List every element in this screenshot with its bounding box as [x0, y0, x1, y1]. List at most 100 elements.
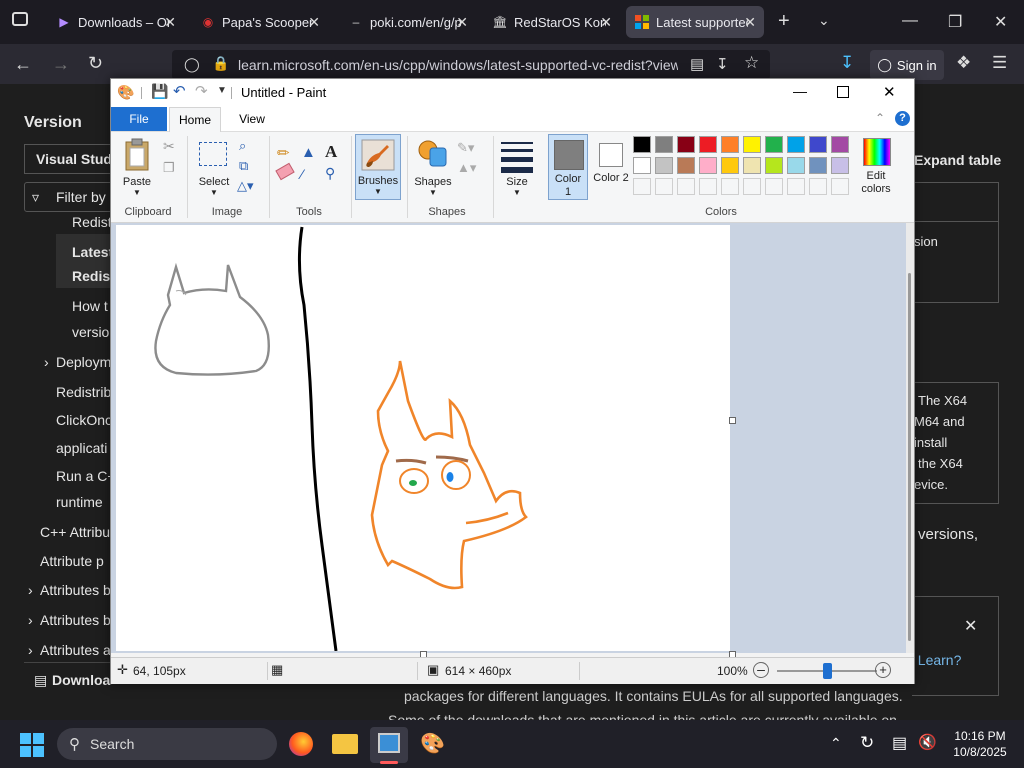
fill-icon[interactable]: ▲ [301, 144, 316, 161]
paint-app-icon[interactable]: 🎨 [117, 84, 134, 101]
nav-item[interactable]: Redist [72, 214, 112, 230]
extensions-icon[interactable]: ❖ [956, 53, 971, 73]
shapes-button[interactable]: Shapes ▼ [411, 134, 455, 200]
reader-view-icon[interactable]: ▤ [690, 55, 704, 73]
nav-item-active[interactable]: Redist [72, 268, 115, 284]
palette-swatch[interactable] [831, 157, 849, 174]
taskbar-clock[interactable]: 10:16 PM 10/8/2025 [944, 728, 1016, 760]
zoom-out-icon[interactable]: – [753, 662, 769, 678]
menu-icon[interactable]: ☰ [992, 53, 1007, 73]
close-icon[interactable]: ✕ [600, 14, 612, 31]
expand-table-button[interactable]: Expand table [914, 152, 1004, 168]
tab-home[interactable]: Home [169, 107, 221, 132]
palette-swatch[interactable] [809, 157, 827, 174]
save-page-icon[interactable]: ↧ [716, 55, 729, 73]
size-button[interactable]: Size ▼ [497, 134, 537, 200]
palette-swatch-empty[interactable] [633, 178, 651, 195]
text-icon[interactable]: A [325, 142, 337, 162]
close-icon[interactable]: ✕ [308, 14, 320, 31]
close-icon[interactable]: ✕ [964, 616, 977, 636]
nav-item[interactable]: Attribute p [40, 553, 104, 569]
palette-swatch[interactable] [699, 157, 717, 174]
close-icon[interactable]: ✕ [456, 14, 468, 31]
close-icon[interactable]: ✕ [744, 14, 756, 31]
palette-swatch[interactable] [677, 157, 695, 174]
palette-swatch[interactable] [655, 157, 673, 174]
palette-swatch[interactable] [809, 136, 827, 153]
shield-icon[interactable]: ◯ [184, 56, 200, 73]
palette-swatch[interactable] [633, 136, 651, 153]
tab-overview-icon[interactable] [12, 12, 28, 26]
tab-latest-supported[interactable]: Latest supported ✕ [626, 6, 764, 38]
palette-swatch-empty[interactable] [809, 178, 827, 195]
scrollbar-thumb[interactable] [908, 273, 911, 641]
magnifier-icon[interactable]: ⚲ [325, 165, 335, 182]
paint-app-icon[interactable]: 🎨 [420, 731, 445, 756]
palette-swatch-empty[interactable] [765, 178, 783, 195]
outline-icon[interactable]: ✎▾ [457, 140, 474, 156]
nav-item[interactable]: versio [72, 324, 109, 340]
color-picker-icon[interactable]: ⁄ [301, 166, 303, 182]
resize-handle[interactable] [729, 417, 736, 424]
minimize-icon[interactable]: — [902, 12, 918, 30]
redo-icon[interactable]: ↷ [195, 82, 208, 100]
eraser-icon[interactable] [275, 162, 295, 181]
palette-swatch-empty[interactable] [831, 178, 849, 195]
edit-colors-button[interactable]: Edit colors [855, 136, 899, 202]
network-icon[interactable]: ▤ [892, 733, 907, 753]
palette-swatch[interactable] [743, 157, 761, 174]
palette-swatch[interactable] [699, 136, 717, 153]
palette-swatch-empty[interactable] [721, 178, 739, 195]
bookmark-star-icon[interactable]: ☆ [744, 53, 759, 73]
help-icon[interactable]: ? [895, 111, 910, 126]
chevron-right-icon[interactable]: › [28, 612, 33, 628]
color1-button[interactable]: Color 1 [548, 134, 588, 200]
palette-swatch[interactable] [655, 136, 673, 153]
vertical-scrollbar[interactable] [906, 223, 914, 653]
palette-swatch-empty[interactable] [655, 178, 673, 195]
palette-swatch-empty[interactable] [787, 178, 805, 195]
quick-access-dropdown-icon[interactable]: ▼ [217, 85, 227, 96]
tab-papas-scooperia[interactable]: ◉ Papa's Scooperi ✕ [192, 6, 328, 38]
palette-swatch[interactable] [765, 157, 783, 174]
palette-swatch-empty[interactable] [677, 178, 695, 195]
lock-icon[interactable]: 🔒 [212, 55, 229, 72]
feedback-link[interactable]: t Learn? [910, 652, 961, 668]
maximize-icon[interactable] [837, 86, 849, 98]
close-icon[interactable]: ✕ [164, 14, 176, 31]
zoom-slider-thumb[interactable] [823, 663, 832, 679]
rotate-icon[interactable]: △▾ [237, 178, 254, 194]
sync-icon[interactable]: ↻ [860, 733, 874, 753]
brushes-button[interactable]: Brushes ▼ [355, 134, 401, 200]
palette-swatch[interactable] [787, 136, 805, 153]
select-button[interactable]: Select ▼ [193, 134, 235, 200]
tab-redstaros[interactable]: 🏛 RedStarOS Korea ✕ [484, 6, 620, 38]
crop-icon[interactable]: ⌕ [239, 138, 246, 154]
palette-swatch[interactable] [743, 136, 761, 153]
reload-icon[interactable]: ↻ [88, 53, 103, 74]
close-window-icon[interactable]: ✕ [883, 83, 896, 101]
paste-button[interactable]: Paste ▼ [117, 134, 157, 200]
tab-file[interactable]: File [111, 107, 167, 131]
palette-swatch[interactable] [677, 136, 695, 153]
shape-fill-icon[interactable]: ▲▾ [457, 160, 476, 176]
forward-icon[interactable]: → [52, 54, 70, 75]
palette-swatch[interactable] [831, 136, 849, 153]
palette-swatch-empty[interactable] [743, 178, 761, 195]
back-icon[interactable]: ← [14, 54, 32, 75]
sign-in-button[interactable]: ◯ Sign in [870, 50, 944, 80]
url-text[interactable]: learn.microsoft.com/en-us/cpp/windows/la… [238, 57, 678, 73]
restore-icon[interactable]: ❐ [948, 12, 962, 32]
tab-downloads[interactable]: ▶ Downloads – On ✕ [48, 6, 184, 38]
nav-item[interactable]: C++ Attribu [40, 524, 110, 540]
chevron-down-icon[interactable]: ⌄ [818, 12, 830, 29]
nav-item[interactable]: Attributes b [40, 612, 111, 628]
chevron-right-icon[interactable]: › [28, 582, 33, 598]
palette-swatch[interactable] [765, 136, 783, 153]
volume-muted-icon[interactable]: 🔇 [918, 733, 937, 751]
zoom-slider[interactable] [777, 663, 877, 679]
downloads-icon[interactable]: ↧ [840, 53, 854, 73]
chevron-right-icon[interactable]: › [28, 642, 33, 658]
new-tab-icon[interactable]: + [778, 10, 790, 33]
download-pdf-link[interactable]: Download PDF [52, 672, 112, 688]
